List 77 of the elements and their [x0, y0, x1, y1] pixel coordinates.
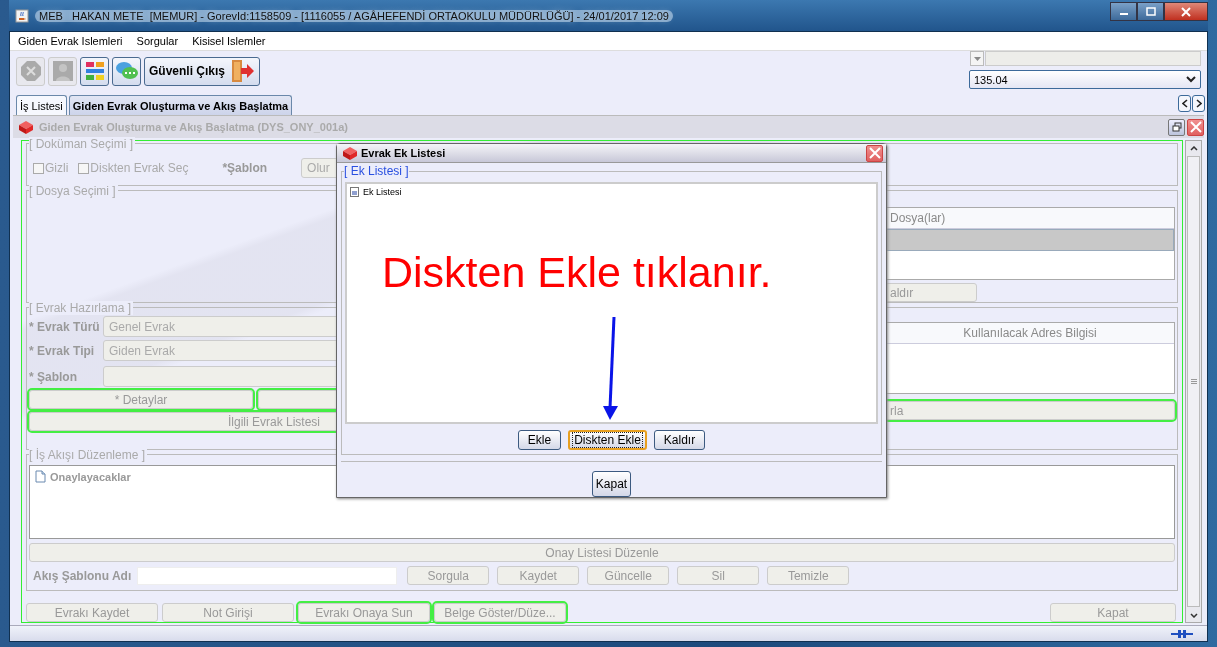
- checkbox[interactable]: [33, 162, 44, 174]
- action-button[interactable]: Evrakı Kaydet: [26, 603, 158, 622]
- edit-approval-list-button[interactable]: Onay Listesi Düzenle: [29, 543, 1175, 562]
- action-button[interactable]: Not Girişi: [162, 603, 294, 622]
- column-header: Dosya(lar): [886, 208, 1174, 229]
- chevron-down-icon: [1186, 76, 1196, 83]
- close-button[interactable]: [866, 144, 883, 162]
- chat-bubbles-icon: [114, 60, 139, 82]
- close-button[interactable]: [1187, 118, 1204, 136]
- vertical-scrollbar[interactable]: [1185, 140, 1202, 623]
- section-legend: [ Evrak Hazırlama ]: [29, 301, 134, 315]
- section-legend: [ Dosya Seçimi ]: [29, 184, 118, 198]
- maximize-button[interactable]: [1137, 2, 1164, 21]
- frame-title: Giden Evrak Oluşturma ve Akış Başlatma (DYS_ONY_001a): [39, 121, 348, 133]
- version-dropdown[interactable]: 135.04: [969, 70, 1201, 89]
- dialog-button[interactable]: Diskten Ekle: [568, 430, 647, 450]
- workflow-button[interactable]: Sorgula: [407, 566, 490, 585]
- dialog-title: Evrak Ek Listesi: [361, 147, 446, 159]
- stop-icon: [19, 60, 42, 82]
- scroll-left-button[interactable]: [1178, 94, 1191, 112]
- tree-node[interactable]: Ek Listesi: [363, 187, 402, 197]
- close-icon: [1189, 121, 1202, 133]
- minimize-button[interactable]: [1110, 2, 1137, 21]
- workflow-button[interactable]: Güncelle: [587, 566, 670, 585]
- maximize-icon: [1145, 7, 1156, 16]
- annotation-text: Diskten Ekle tıklanır.: [382, 248, 772, 297]
- dialog-button[interactable]: Kaldır: [653, 430, 706, 450]
- field-label: Akış Şablonu Adı: [33, 568, 132, 583]
- menu-item[interactable]: Kisisel Islemler: [192, 35, 266, 47]
- close-icon: [1181, 6, 1191, 17]
- action-button[interactable]: Evrakı Onaya Sun: [298, 603, 430, 622]
- list-icon: [350, 187, 359, 197]
- menu-item[interactable]: Giden Evrak Islemleri: [18, 35, 123, 47]
- template-label: *Şablon: [222, 161, 268, 175]
- chevron-right-icon: [1195, 98, 1202, 108]
- secure-exit-button[interactable]: Güvenli Çıkış: [144, 56, 261, 86]
- section-legend: [ İş Akışı Düzenleme ]: [29, 448, 148, 462]
- person-icon: [51, 60, 74, 82]
- menu-item[interactable]: Sorgular: [136, 35, 179, 47]
- tab[interactable]: İş Listesi: [16, 95, 67, 115]
- toolbar-button[interactable]: [112, 56, 141, 86]
- box-icon: [18, 120, 34, 134]
- toolbar-button[interactable]: [80, 56, 109, 86]
- workflow-button[interactable]: Sil: [677, 566, 760, 585]
- tree-node[interactable]: Onaylayacaklar: [50, 470, 131, 483]
- chevron-left-icon: [1181, 98, 1188, 108]
- checkbox-label: Gizli: [45, 161, 69, 175]
- coffee-cup-icon: [15, 8, 29, 23]
- field-label: * Evrak Tipi: [29, 343, 96, 358]
- box-icon: [342, 146, 358, 160]
- field-label: * Şablon: [29, 369, 78, 384]
- section-legend: [ Ek Listesi ]: [344, 164, 409, 178]
- details-button[interactable]: * Detaylar: [29, 390, 253, 409]
- remove-button[interactable]: aldır: [885, 283, 977, 302]
- exit-door-icon: [229, 58, 256, 84]
- close-button[interactable]: [1164, 2, 1208, 21]
- color-blocks-icon: [83, 60, 106, 82]
- tab[interactable]: Giden Evrak Oluşturma ve Akış Başlatma: [68, 95, 293, 115]
- dialog-button[interactable]: Ekle: [517, 430, 562, 450]
- dialog-close-button[interactable]: Kapat: [591, 471, 632, 497]
- scroll-right-button[interactable]: [1192, 94, 1205, 112]
- close-form-button[interactable]: Kapat: [1050, 603, 1176, 622]
- checkbox[interactable]: [78, 162, 90, 174]
- field-label: * Evrak Türü: [29, 319, 101, 334]
- workflow-button[interactable]: Temizle: [767, 566, 850, 585]
- action-button[interactable]: Belge Göster/Düze...: [434, 603, 566, 622]
- document-icon: [35, 470, 46, 483]
- address-button[interactable]: rla: [885, 401, 1175, 420]
- workflow-button[interactable]: Kaydet: [497, 566, 580, 585]
- restore-button[interactable]: [1168, 118, 1185, 136]
- restore-icon: [1171, 122, 1182, 132]
- scroll-thumb[interactable]: [1187, 156, 1200, 607]
- section-legend: [ Doküman Seçimi ]: [29, 137, 136, 151]
- column-header: Kullanılacak Adres Bilgisi: [886, 323, 1174, 344]
- plug-icon: [1171, 628, 1193, 639]
- close-icon: [868, 147, 881, 159]
- checkbox-label: Diskten Evrak Seç: [90, 161, 189, 175]
